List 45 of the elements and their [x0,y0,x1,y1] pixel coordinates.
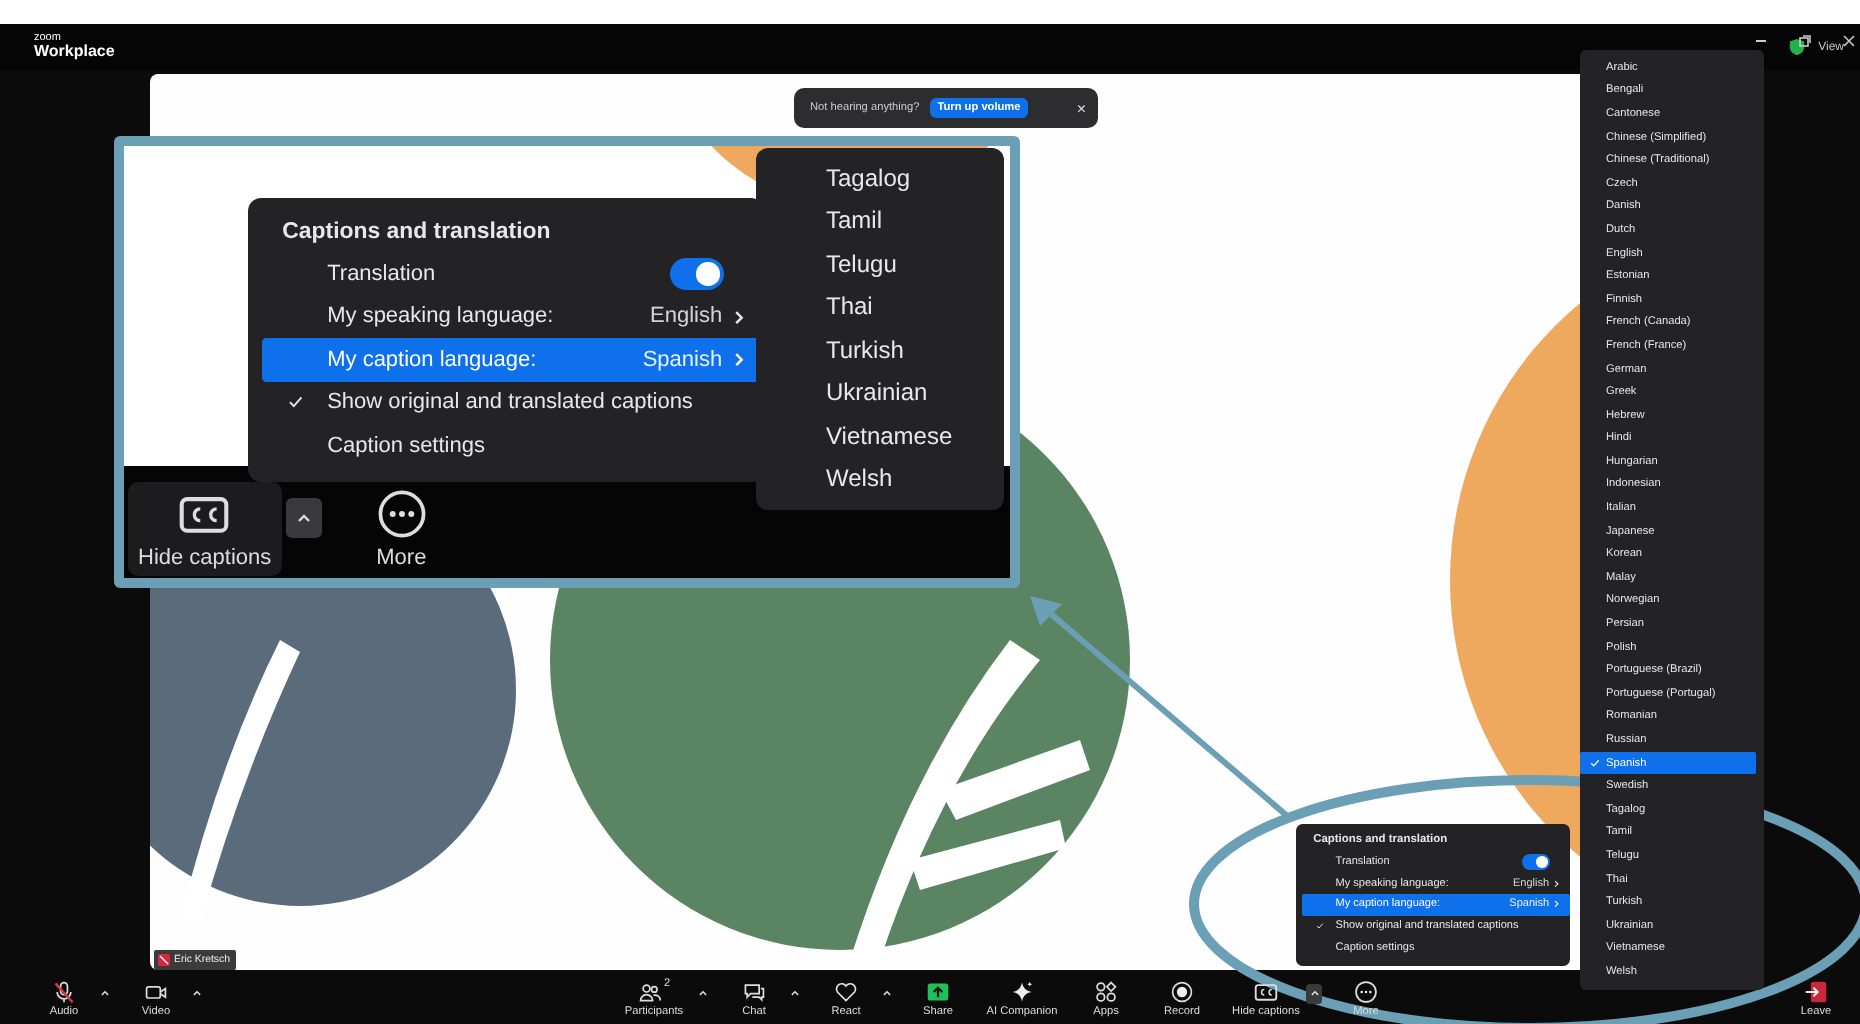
chevron-right-icon [733,309,745,325]
caret-icon [99,988,109,998]
more-icon [375,488,428,540]
more-icon [1354,980,1378,1004]
close-button[interactable]: × [1076,99,1086,117]
language-option[interactable]: Tagalog [756,156,1004,199]
chevron-right-icon [1554,900,1561,909]
shield-icon [1788,38,1807,56]
leave-icon [1804,980,1828,1004]
caret-icon [191,988,201,998]
caret-icon [1309,988,1319,998]
share-icon [926,980,950,1004]
toggle-switch[interactable] [1522,853,1551,870]
caret-icon [697,988,707,998]
language-option[interactable]: Tamil [756,199,1004,242]
people-icon [637,980,662,1004]
chevron-right-icon [1554,879,1561,888]
apps-icon [1094,980,1118,1004]
caret-icon [295,510,312,526]
menu-item-value: English [650,304,723,329]
caret-icon [789,988,799,998]
toolbar-button[interactable]: More [365,482,438,576]
record-icon [1170,980,1194,1004]
menu-title: Captions and translation [280,217,553,248]
sparkle-icon [1010,980,1034,1004]
menu-item-label: My speaking language: [327,304,554,329]
app-logo-name: Workplace [34,44,115,61]
menu-item-label: My caption language: [327,347,537,372]
toolbar-button[interactable]: Hide captions [128,482,282,576]
menu-item-label: Show original and translated captions [327,390,693,415]
close-icon [1841,33,1855,47]
toggle-switch[interactable] [669,257,725,290]
caret-button[interactable] [1306,983,1322,1003]
video-camera-icon [144,980,168,1004]
menu-item-value: Spanish [642,347,723,372]
restore-icon [1797,33,1811,47]
heart-icon [834,980,858,1004]
checkmark-icon [1590,758,1600,769]
closed-captions-icon [1254,980,1278,1004]
chevron-right-icon [733,351,745,368]
chat-bubbles-icon [742,980,766,1004]
caret-icon [881,988,891,998]
button-label: Hide captions [138,546,272,570]
caret-button[interactable] [285,498,322,538]
button-label: More [376,546,427,570]
